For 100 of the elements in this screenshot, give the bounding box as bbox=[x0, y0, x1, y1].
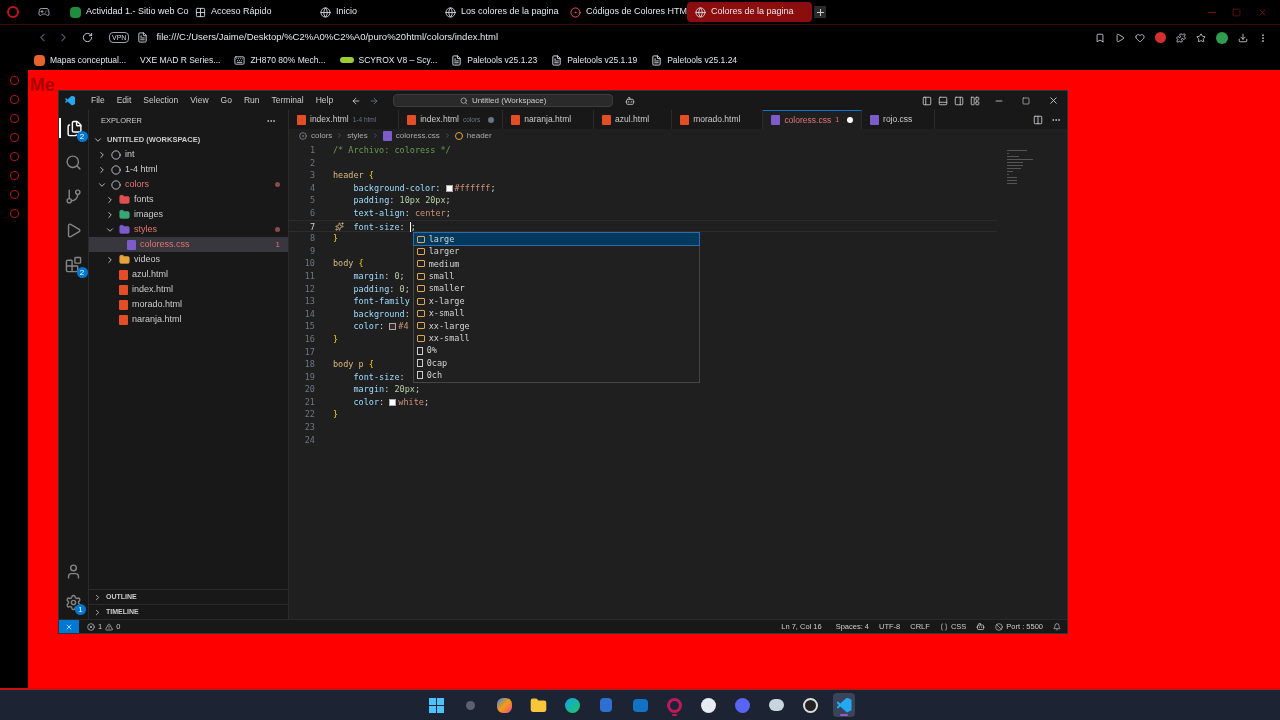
suggestion-item[interactable]: xx-large bbox=[413, 319, 699, 333]
menu-item[interactable]: Terminal bbox=[265, 94, 310, 107]
breadcrumb-item[interactable]: styles bbox=[347, 129, 368, 142]
code-token: : bbox=[384, 384, 391, 395]
play-icon[interactable] bbox=[1115, 32, 1125, 43]
page-icon bbox=[451, 54, 463, 66]
browser-tab[interactable]: Inicio bbox=[312, 2, 437, 22]
suggestion-item[interactable]: larger bbox=[413, 245, 699, 258]
extensions-icon[interactable] bbox=[65, 255, 82, 273]
color-swatch[interactable] bbox=[389, 323, 397, 331]
bookmark-item[interactable]: ZH870 80% Mech... bbox=[234, 53, 326, 67]
bookmark-item[interactable]: SCYROX V8 – Scy... bbox=[339, 53, 438, 67]
back-arrow-icon[interactable] bbox=[351, 95, 362, 106]
puzzle-icon[interactable] bbox=[1176, 32, 1186, 43]
bookmark-item[interactable]: Paletools v25.1.23 bbox=[451, 53, 538, 67]
files-icon[interactable] bbox=[66, 119, 83, 137]
menu-item[interactable]: View bbox=[184, 94, 215, 107]
editor-tab[interactable]: azul.html bbox=[594, 110, 673, 129]
css-file-icon bbox=[870, 114, 880, 125]
line-number: 23 bbox=[303, 421, 316, 434]
layout-icon[interactable] bbox=[970, 95, 980, 106]
menu-item[interactable]: Run bbox=[237, 94, 266, 107]
suggestion-item[interactable]: small bbox=[413, 270, 699, 283]
toggle-panel-icon[interactable] bbox=[938, 95, 948, 106]
code-token: { bbox=[368, 170, 374, 181]
running-indicator bbox=[671, 714, 677, 716]
editor-tab[interactable]: rojo.css bbox=[862, 110, 936, 129]
suggestion-item[interactable]: 0% bbox=[413, 344, 699, 357]
gamepad-icon[interactable] bbox=[38, 6, 50, 18]
heart-icon[interactable] bbox=[1135, 32, 1145, 43]
avatar-icon[interactable] bbox=[1216, 31, 1228, 44]
new-tab-button[interactable] bbox=[814, 6, 826, 18]
suggestion-item[interactable]: medium bbox=[413, 257, 699, 271]
bookmark-item[interactable]: Mapas conceptual... bbox=[34, 53, 127, 67]
suggestion-item[interactable]: 0cap bbox=[413, 356, 699, 370]
download-icon[interactable] bbox=[1238, 32, 1248, 43]
toggle-secondary-sidebar-icon[interactable] bbox=[954, 95, 964, 106]
vscode-logo-icon bbox=[65, 95, 75, 106]
suggestion-item[interactable]: smaller bbox=[413, 282, 699, 295]
tree-item[interactable]: colors bbox=[89, 177, 288, 192]
suggestion-item[interactable]: large bbox=[413, 233, 699, 246]
notifications-icon[interactable] bbox=[1053, 622, 1061, 631]
color-swatch[interactable] bbox=[445, 184, 453, 192]
star-icon[interactable] bbox=[1196, 32, 1206, 43]
menu-item[interactable]: Help bbox=[309, 94, 340, 107]
browser-tab[interactable]: Los colores de la pagina bbox=[437, 2, 562, 22]
browser-tab[interactable]: Actividad 1.- Sitio web Co bbox=[62, 2, 187, 22]
sparkle-icon[interactable] bbox=[335, 221, 344, 231]
menu-item[interactable]: Selection bbox=[137, 94, 185, 107]
menu-item[interactable]: File bbox=[85, 94, 111, 107]
code-token: header bbox=[333, 170, 365, 181]
tree-item[interactable]: morado.html bbox=[89, 297, 288, 312]
tree-item[interactable]: azul.html bbox=[89, 267, 288, 282]
browser-tab[interactable]: Colores de la pagina bbox=[687, 2, 812, 22]
code-token: white bbox=[398, 396, 424, 407]
tree-item[interactable]: fonts bbox=[89, 192, 288, 207]
breadcrumb-item[interactable]: header bbox=[466, 129, 492, 142]
code-token: ; bbox=[445, 195, 451, 206]
browser-tab[interactable]: Acceso Rápido bbox=[187, 2, 312, 22]
suggestion-item[interactable]: 0ch bbox=[413, 369, 699, 382]
reload-icon[interactable] bbox=[82, 32, 93, 43]
tree-item[interactable]: naranja.html bbox=[89, 312, 288, 327]
toggle-sidebar-icon[interactable] bbox=[922, 95, 932, 106]
search-icon bbox=[459, 96, 468, 105]
bookmark-item[interactable]: Paletools v25.1.24 bbox=[651, 53, 738, 67]
code-token: margin bbox=[353, 270, 385, 281]
tree-item[interactable]: coloress.css 1 bbox=[89, 237, 288, 252]
source-control-icon[interactable] bbox=[65, 187, 82, 205]
browser-logo-icon[interactable] bbox=[7, 6, 19, 18]
suggestion-item[interactable]: x-small bbox=[413, 307, 699, 320]
search-icon[interactable] bbox=[65, 153, 82, 171]
editor-tab[interactable]: naranja.html bbox=[503, 110, 595, 129]
tree-item[interactable]: images bbox=[89, 207, 288, 222]
suggestion-item[interactable]: x-large bbox=[413, 294, 699, 308]
remote-button[interactable] bbox=[59, 620, 79, 633]
forward-arrow-icon[interactable] bbox=[369, 95, 380, 106]
settings-icon[interactable] bbox=[65, 594, 82, 611]
tree-item[interactable]: index.html bbox=[89, 282, 288, 297]
browser-tab[interactable]: Códigos de Colores HTM bbox=[562, 2, 687, 22]
html-file-icon bbox=[119, 269, 128, 280]
run-debug-icon[interactable] bbox=[65, 221, 82, 239]
color-swatch[interactable] bbox=[389, 398, 397, 406]
bookmark-item[interactable]: Paletools v25.1.19 bbox=[551, 53, 638, 67]
address-field[interactable]: file:///C:/Users/Jaime/Desktop/%C2%A0%C2%A0/puro%20html/colors/index.html bbox=[156, 30, 498, 45]
tree-item[interactable]: 1-4 html bbox=[89, 162, 288, 177]
menu-item[interactable]: Edit bbox=[110, 94, 138, 107]
tree-item[interactable]: int bbox=[89, 147, 288, 162]
tree-item[interactable]: videos bbox=[89, 252, 288, 267]
tree-item[interactable]: styles bbox=[89, 222, 288, 237]
bookmark-item[interactable]: VXE MAD R Series... bbox=[140, 53, 221, 67]
suggestion-item[interactable]: xx-small bbox=[413, 332, 699, 345]
html-file-icon bbox=[680, 114, 690, 125]
command-search-field[interactable]: Untitled (Workspace) bbox=[393, 94, 614, 107]
bookmark-icon[interactable] bbox=[1095, 32, 1105, 43]
breadcrumb-item[interactable]: colors bbox=[311, 129, 333, 142]
split-editor-icon[interactable] bbox=[1033, 114, 1043, 125]
close-icon[interactable] bbox=[1048, 95, 1059, 106]
account-icon[interactable] bbox=[65, 563, 82, 580]
menu-item[interactable]: Go bbox=[214, 94, 238, 107]
breadcrumb-item[interactable]: coloress.css bbox=[395, 129, 440, 142]
